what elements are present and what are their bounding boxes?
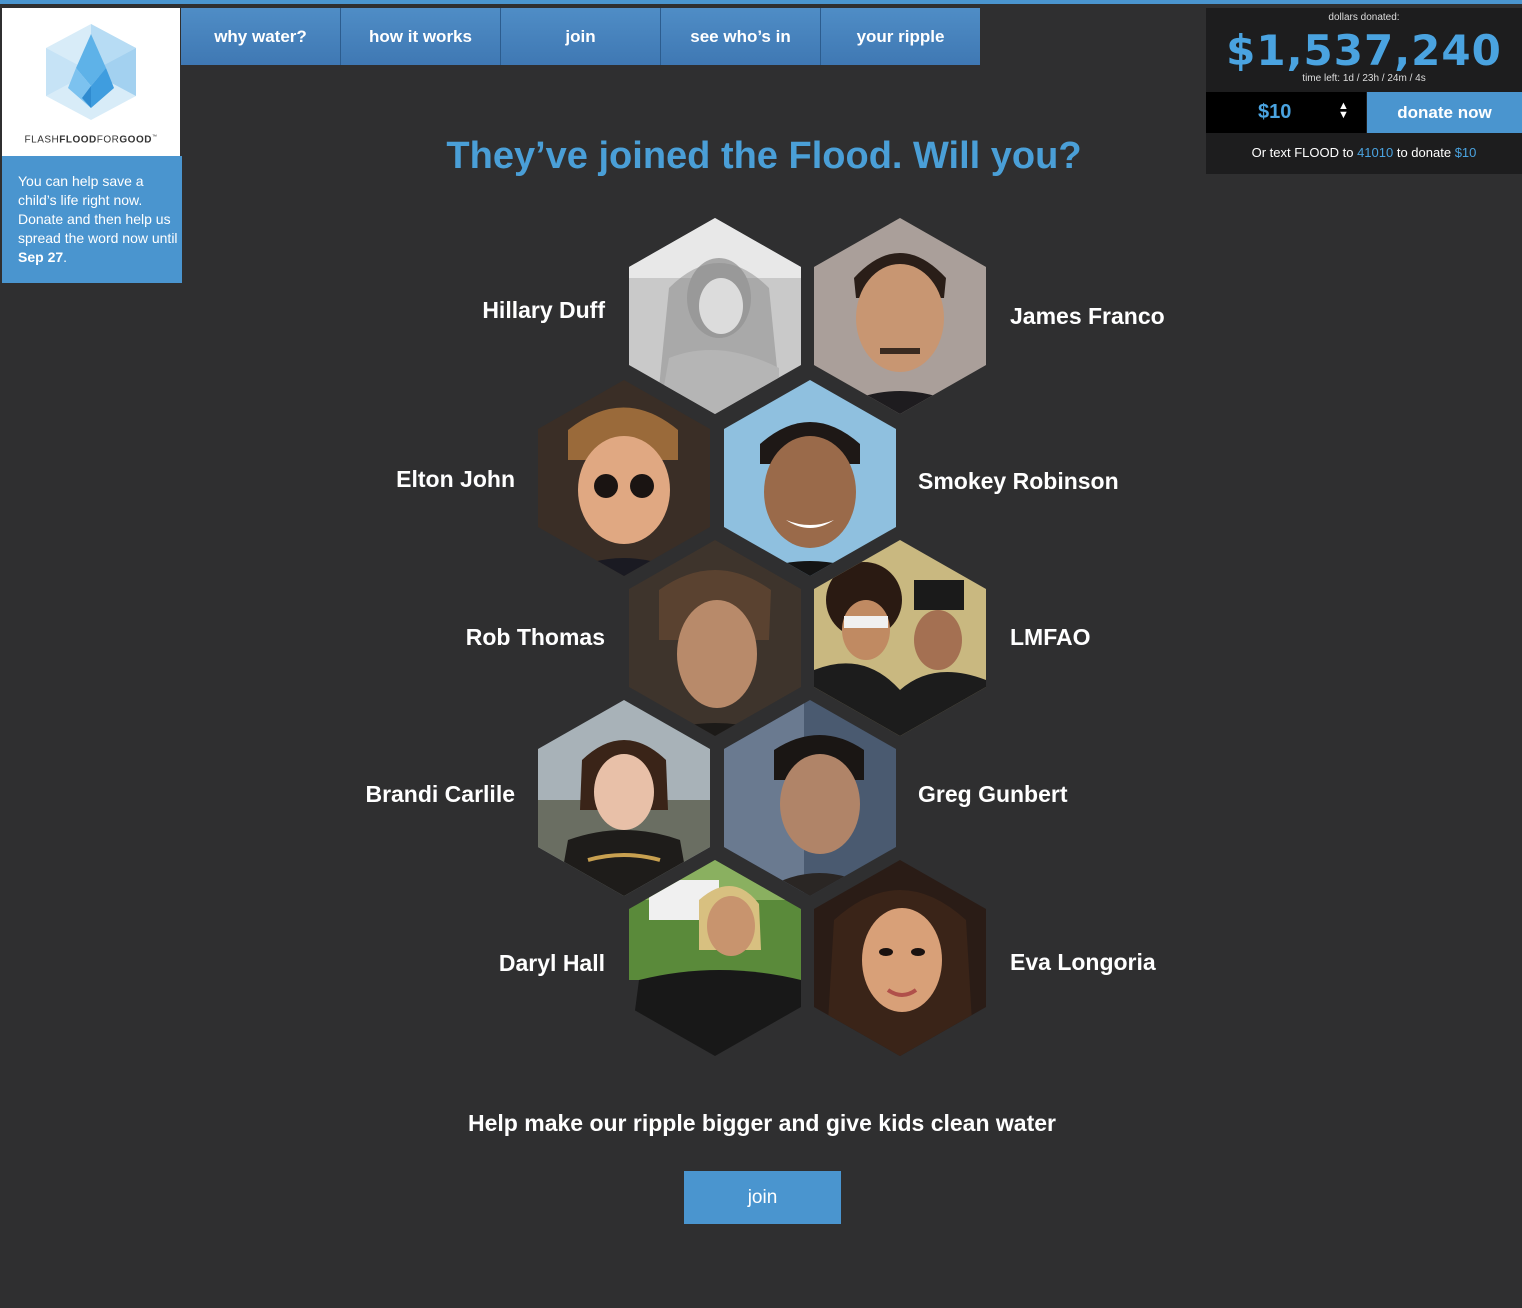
- celebrity-name-james-franco: James Franco: [1010, 303, 1165, 329]
- celebrity-name-hillary-duff: Hillary Duff: [482, 297, 605, 323]
- celebrity-photo-eva-longoria[interactable]: [814, 860, 986, 1056]
- water-drop-hex-logo-icon: [46, 24, 136, 120]
- celebrity-name-rob-thomas: Rob Thomas: [465, 624, 605, 650]
- celebrity-name-brandi-carlile: Brandi Carlile: [365, 781, 515, 807]
- celebrity-photo-james-franco[interactable]: [814, 218, 986, 414]
- celebrity-name-lmfao: LMFAO: [1010, 624, 1091, 650]
- time-left-countdown: time left: 1d / 23h / 24m / 4s: [1302, 73, 1426, 84]
- celebrity-photo-lmfao[interactable]: [814, 540, 986, 736]
- donation-amount-select[interactable]: $10 ▲ ▼: [1206, 92, 1366, 133]
- celebrity-name-smokey-robinson: Smokey Robinson: [918, 468, 1119, 494]
- celebrity-name-eva-longoria: Eva Longoria: [1010, 949, 1156, 975]
- celebrity-photo-rob-thomas[interactable]: [629, 540, 801, 736]
- celebrity-photo-greg-grunberg[interactable]: [724, 700, 896, 896]
- nav-your-ripple[interactable]: your ripple: [821, 8, 980, 65]
- top-accent-line: [0, 0, 1522, 4]
- select-arrows-icon: ▲ ▼: [1338, 100, 1349, 121]
- celebrity-photo-brandi-carlile[interactable]: [538, 700, 710, 896]
- celebrity-photo-hillary-duff[interactable]: [629, 218, 801, 414]
- nav-how-it-works[interactable]: how it works: [341, 8, 501, 65]
- ripple-cta-text: Help make our ripple bigger and give kid…: [468, 1110, 1056, 1136]
- celebrity-photo-daryl-hall[interactable]: [629, 860, 801, 1056]
- nav-join[interactable]: join: [501, 8, 661, 65]
- page-headline: They’ve joined the Flood. Will you?: [446, 135, 1082, 177]
- logo[interactable]: FLASHFLOODFORGOOD™: [2, 8, 180, 156]
- celebrity-photo-smokey-robinson[interactable]: [724, 380, 896, 576]
- celebrity-name-elton-john: Elton John: [396, 466, 515, 492]
- nav-why-water[interactable]: why water?: [181, 8, 341, 65]
- dollars-donated-total: $1,537,240: [1226, 26, 1502, 75]
- join-button[interactable]: join: [684, 1171, 841, 1224]
- nav-see-whos-in[interactable]: see who’s in: [661, 8, 821, 65]
- donation-amount-value: $10: [1258, 101, 1292, 123]
- celebrity-name-greg-grunberg: Greg Gunbert: [918, 781, 1068, 807]
- celebrity-name-daryl-hall: Daryl Hall: [498, 950, 605, 976]
- dollars-donated-label: dollars donated:: [1328, 12, 1400, 23]
- main-nav: why water? how it works join see who’s i…: [181, 8, 980, 65]
- celebrity-photo-elton-john[interactable]: [538, 380, 710, 576]
- donate-now-button[interactable]: donate now: [1367, 92, 1522, 133]
